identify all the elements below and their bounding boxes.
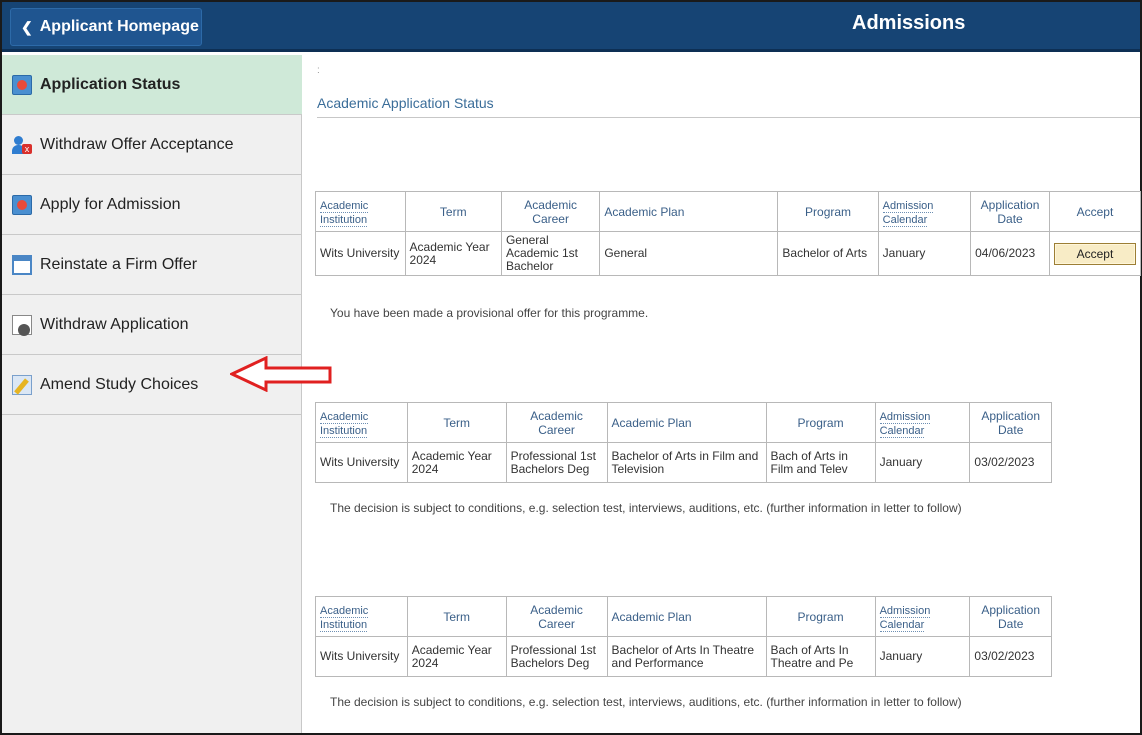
column-header: Academic Career <box>505 402 608 443</box>
column-header: Admission Calendar <box>874 402 971 443</box>
term-cell: Academic Year 2024 <box>406 636 507 677</box>
edit-icon <box>12 374 32 395</box>
user-remove-icon: x <box>12 135 32 155</box>
column-header: Program <box>765 596 876 637</box>
column-header: Application Date <box>970 191 1050 232</box>
plan-cell: Bachelor of Arts In Theatre and Performa… <box>606 636 767 677</box>
application-status-icon <box>12 74 32 95</box>
application-table-2: Academic Institution Term Academic Caree… <box>315 402 1052 483</box>
application-icon <box>12 194 32 215</box>
institution-cell: Wits University <box>315 636 408 677</box>
sidebar-item-withdraw-application[interactable]: Withdraw Application <box>2 295 302 355</box>
table-row: Wits University Academic Year 2024 Profe… <box>315 442 1052 483</box>
column-header[interactable]: Academic Institution <box>315 596 408 637</box>
calendar-cell: January <box>874 636 971 677</box>
app-frame: ❮ Applicant Homepage Admissions Applicat… <box>0 0 1142 735</box>
sidebar-item-label: Amend Study Choices <box>40 375 199 393</box>
date-cell: 03/02/2023 <box>969 636 1052 677</box>
status-message-1: You have been made a provisional offer f… <box>330 306 649 320</box>
sidebar: Application Status x Withdraw Offer Acce… <box>2 55 302 733</box>
chevron-left-icon: ❮ <box>21 18 33 35</box>
table-header-row: Academic Institution Term Academic Caree… <box>315 596 1052 637</box>
column-header: Academic Plan <box>606 402 767 443</box>
document-icon <box>12 314 32 336</box>
section-title: Academic Application Status <box>317 95 494 111</box>
window-icon <box>12 254 32 275</box>
application-table-3: Academic Institution Term Academic Caree… <box>315 596 1052 677</box>
sidebar-item-label: Reinstate a Firm Offer <box>40 255 198 273</box>
applicant-homepage-button[interactable]: ❮ Applicant Homepage <box>10 8 202 46</box>
column-header: Academic Career <box>505 596 608 637</box>
column-header: Accept <box>1048 191 1142 232</box>
date-cell: 03/02/2023 <box>969 442 1052 483</box>
plan-cell: Bachelor of Arts in Film and Television <box>606 442 767 483</box>
sidebar-item-label: Withdraw Application <box>40 315 189 333</box>
program-cell: Bach of Arts In Theatre and Pe <box>765 636 876 677</box>
accept-cell: Accept <box>1048 231 1142 276</box>
column-header[interactable]: Academic Institution <box>315 402 408 443</box>
table-row: Wits University Academic Year 2024 Profe… <box>315 636 1052 677</box>
sidebar-item-label: Apply for Admission <box>40 195 181 213</box>
column-header: Academic Plan <box>599 191 779 232</box>
marker-text: : <box>317 65 320 76</box>
career-cell: Professional 1st Bachelors Deg <box>505 442 608 483</box>
institution-cell: Wits University <box>315 231 406 276</box>
table-row: Wits University Academic Year 2024 Gener… <box>315 231 1142 276</box>
column-header: Program <box>765 402 876 443</box>
date-cell: 04/06/2023 <box>970 231 1050 276</box>
column-header[interactable]: Academic Institution <box>315 191 406 232</box>
column-header: Academic Plan <box>606 596 767 637</box>
top-header-bar: ❮ Applicant Homepage Admissions <box>2 2 1140 52</box>
status-message-2: The decision is subject to conditions, e… <box>330 501 962 515</box>
table-header-row: Academic Institution Term Academic Caree… <box>315 402 1052 443</box>
page-title: Admissions <box>852 12 966 34</box>
sidebar-item-label: Withdraw Offer Acceptance <box>40 135 234 153</box>
sidebar-item-apply-for-admission[interactable]: Apply for Admission <box>2 175 302 235</box>
program-cell: Bachelor of Arts <box>777 231 879 276</box>
term-cell: Academic Year 2024 <box>406 442 507 483</box>
term-cell: Academic Year 2024 <box>404 231 502 276</box>
sidebar-item-reinstate-firm-offer[interactable]: Reinstate a Firm Offer <box>2 235 302 295</box>
status-message-3: The decision is subject to conditions, e… <box>330 695 962 709</box>
main-content: : Academic Application Status Academic I… <box>302 55 1142 733</box>
column-header: Program <box>777 191 879 232</box>
sidebar-item-application-status[interactable]: Application Status <box>2 55 302 115</box>
calendar-cell: January <box>877 231 972 276</box>
accept-button[interactable]: Accept <box>1053 242 1136 265</box>
career-cell: General Academic 1st Bachelor <box>500 231 601 276</box>
program-cell: Bach of Arts in Film and Telev <box>765 442 876 483</box>
column-header: Admission Calendar <box>874 596 971 637</box>
column-header: Term <box>406 402 507 443</box>
plan-cell: General <box>599 231 779 276</box>
column-header: Application Date <box>969 596 1052 637</box>
divider <box>317 117 1140 118</box>
application-table-1: Academic Institution Term Academic Caree… <box>315 191 1142 276</box>
applicant-homepage-label: Applicant Homepage <box>39 18 199 35</box>
column-header: Application Date <box>969 402 1052 443</box>
career-cell: Professional 1st Bachelors Deg <box>505 636 608 677</box>
column-header: Term <box>404 191 502 232</box>
table-header-row: Academic Institution Term Academic Caree… <box>315 191 1142 232</box>
column-header: Term <box>406 596 507 637</box>
column-header: Admission Calendar <box>877 191 972 232</box>
sidebar-item-label: Application Status <box>40 75 181 93</box>
calendar-cell: January <box>874 442 971 483</box>
sidebar-item-withdraw-offer-acceptance[interactable]: x Withdraw Offer Acceptance <box>2 115 302 175</box>
institution-cell: Wits University <box>315 442 408 483</box>
column-header: Academic Career <box>500 191 601 232</box>
